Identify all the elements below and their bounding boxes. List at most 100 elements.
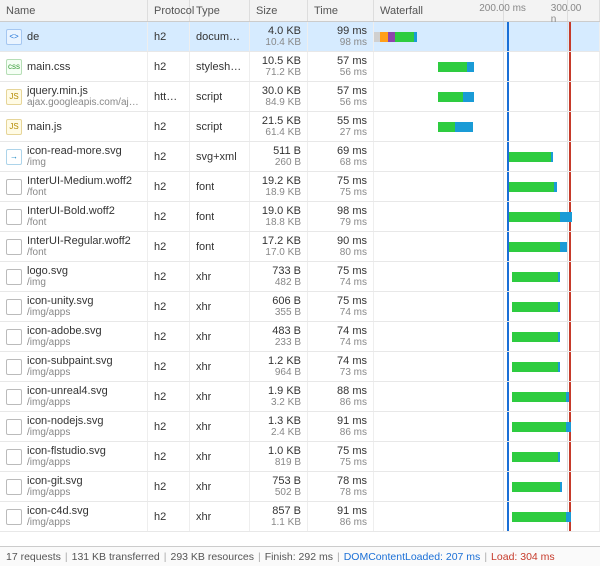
status-transferred: 131 KB transferred <box>72 551 160 563</box>
waterfall-cell <box>374 382 600 411</box>
type-value: xhr <box>196 481 211 493</box>
status-finish: Finish: 292 ms <box>265 551 333 563</box>
timing-bar <box>512 362 560 372</box>
timing-bar <box>512 332 560 342</box>
size-raw: 260 B <box>273 157 301 169</box>
type-value: script <box>196 91 222 103</box>
table-row[interactable]: InterUI-Bold.woff2/fonth2font19.0 KB18.8… <box>0 202 600 232</box>
request-path: /img <box>27 157 122 169</box>
type-value: xhr <box>196 421 211 433</box>
waterfall-cell <box>374 172 600 201</box>
waterfall-cell <box>374 442 600 471</box>
protocol-value: h2 <box>154 181 166 193</box>
waterfall-cell <box>374 502 600 531</box>
file-type-icon <box>6 239 22 255</box>
request-name: icon-read-more.svg <box>27 145 122 157</box>
size-value: 1.2 KB <box>268 355 301 367</box>
size-raw: 17.0 KB <box>262 247 301 259</box>
table-row[interactable]: cssmain.cssh2stylesheet10.5 KB71.2 KB57 … <box>0 52 600 82</box>
size-value: 10.5 KB <box>262 55 301 67</box>
col-protocol[interactable]: Protocol <box>148 0 190 21</box>
col-size[interactable]: Size <box>250 0 308 21</box>
time-latency: 74 ms <box>337 307 367 319</box>
protocol-value: h2 <box>154 211 166 223</box>
file-type-icon <box>6 269 22 285</box>
table-row[interactable]: icon-c4d.svg/img/appsh2xhr857 B1.1 KB91 … <box>0 502 600 532</box>
request-path: /img <box>27 277 68 289</box>
table-row[interactable]: logo.svg/imgh2xhr733 B482 B75 ms74 ms <box>0 262 600 292</box>
size-raw: 819 B <box>268 457 301 469</box>
request-name: InterUI-Regular.woff2 <box>27 235 131 247</box>
status-dcl: DOMContentLoaded: 207 ms <box>344 551 481 563</box>
waterfall-cell <box>374 22 600 51</box>
table-row[interactable]: icon-unreal4.svg/img/appsh2xhr1.9 KB3.2 … <box>0 382 600 412</box>
protocol-value: http/2+q... <box>154 91 183 103</box>
table-row[interactable]: icon-subpaint.svg/img/appsh2xhr1.2 KB964… <box>0 352 600 382</box>
waterfall-cell <box>374 232 600 261</box>
waterfall-cell <box>374 202 600 231</box>
file-type-icon <box>6 359 22 375</box>
col-type[interactable]: Type <box>190 0 250 21</box>
size-value: 483 B <box>272 325 301 337</box>
waterfall-cell <box>374 472 600 501</box>
waterfall-cell <box>374 142 600 171</box>
waterfall-cell <box>374 352 600 381</box>
table-row[interactable]: InterUI-Medium.woff2/fonth2font19.2 KB18… <box>0 172 600 202</box>
type-value: xhr <box>196 271 211 283</box>
table-row[interactable]: icon-git.svg/img/appsh2xhr753 B502 B78 m… <box>0 472 600 502</box>
request-path: /img/apps <box>27 517 89 529</box>
table-row[interactable]: icon-unity.svg/img/appsh2xhr606 B355 B75… <box>0 292 600 322</box>
table-row[interactable]: →icon-read-more.svg/imgh2svg+xml511 B260… <box>0 142 600 172</box>
file-type-icon <box>6 419 22 435</box>
size-raw: 18.8 KB <box>262 217 301 229</box>
time-latency: 73 ms <box>337 367 367 379</box>
time-latency: 98 ms <box>337 37 367 49</box>
time-value: 75 ms <box>337 295 367 307</box>
size-value: 19.0 KB <box>262 205 301 217</box>
protocol-value: h2 <box>154 481 166 493</box>
time-value: 74 ms <box>337 355 367 367</box>
table-row[interactable]: <>deh2document4.0 KB10.4 KB99 ms98 ms <box>0 22 600 52</box>
col-name[interactable]: Name <box>0 0 148 21</box>
table-row[interactable]: icon-nodejs.svg/img/appsh2xhr1.3 KB2.4 K… <box>0 412 600 442</box>
protocol-value: h2 <box>154 151 166 163</box>
status-bar: 17 requests| 131 KB transferred| 293 KB … <box>0 546 600 566</box>
table-row[interactable]: JSjquery.min.jsajax.googleapis.com/ajax/… <box>0 82 600 112</box>
table-row[interactable]: InterUI-Regular.woff2/fonth2font17.2 KB1… <box>0 232 600 262</box>
table-row[interactable]: icon-flstudio.svg/img/appsh2xhr1.0 KB819… <box>0 442 600 472</box>
size-raw: 18.9 KB <box>262 187 301 199</box>
table-row[interactable]: icon-adobe.svg/img/appsh2xhr483 B233 B74… <box>0 322 600 352</box>
protocol-value: h2 <box>154 421 166 433</box>
file-type-icon: JS <box>6 119 22 135</box>
timing-bar <box>512 452 560 462</box>
size-raw: 10.4 KB <box>265 37 301 49</box>
size-value: 30.0 KB <box>262 85 301 97</box>
timing-bar <box>509 212 572 222</box>
time-value: 57 ms <box>337 55 367 67</box>
col-waterfall[interactable]: Waterfall200.00 ms300.00 n <box>374 0 600 21</box>
type-value: svg+xml <box>196 151 237 163</box>
type-value: xhr <box>196 361 211 373</box>
size-value: 4.0 KB <box>265 25 301 37</box>
table-row[interactable]: JSmain.jsh2script21.5 KB61.4 KB55 ms27 m… <box>0 112 600 142</box>
size-value: 17.2 KB <box>262 235 301 247</box>
waterfall-cell <box>374 412 600 441</box>
time-value: 74 ms <box>337 325 367 337</box>
size-value: 606 B <box>272 295 301 307</box>
time-value: 90 ms <box>337 235 367 247</box>
time-value: 88 ms <box>337 385 367 397</box>
size-value: 753 B <box>272 475 301 487</box>
file-type-icon <box>6 299 22 315</box>
type-value: font <box>196 211 214 223</box>
request-name: icon-adobe.svg <box>27 325 102 337</box>
request-path: /font <box>27 217 115 229</box>
type-value: xhr <box>196 331 211 343</box>
request-list: <>deh2document4.0 KB10.4 KB99 ms98 mscss… <box>0 22 600 546</box>
status-resources: 293 KB resources <box>170 551 253 563</box>
protocol-value: h2 <box>154 241 166 253</box>
col-time[interactable]: Time <box>308 0 374 21</box>
size-raw: 233 B <box>272 337 301 349</box>
protocol-value: h2 <box>154 121 166 133</box>
protocol-value: h2 <box>154 331 166 343</box>
request-path: /img/apps <box>27 487 83 499</box>
